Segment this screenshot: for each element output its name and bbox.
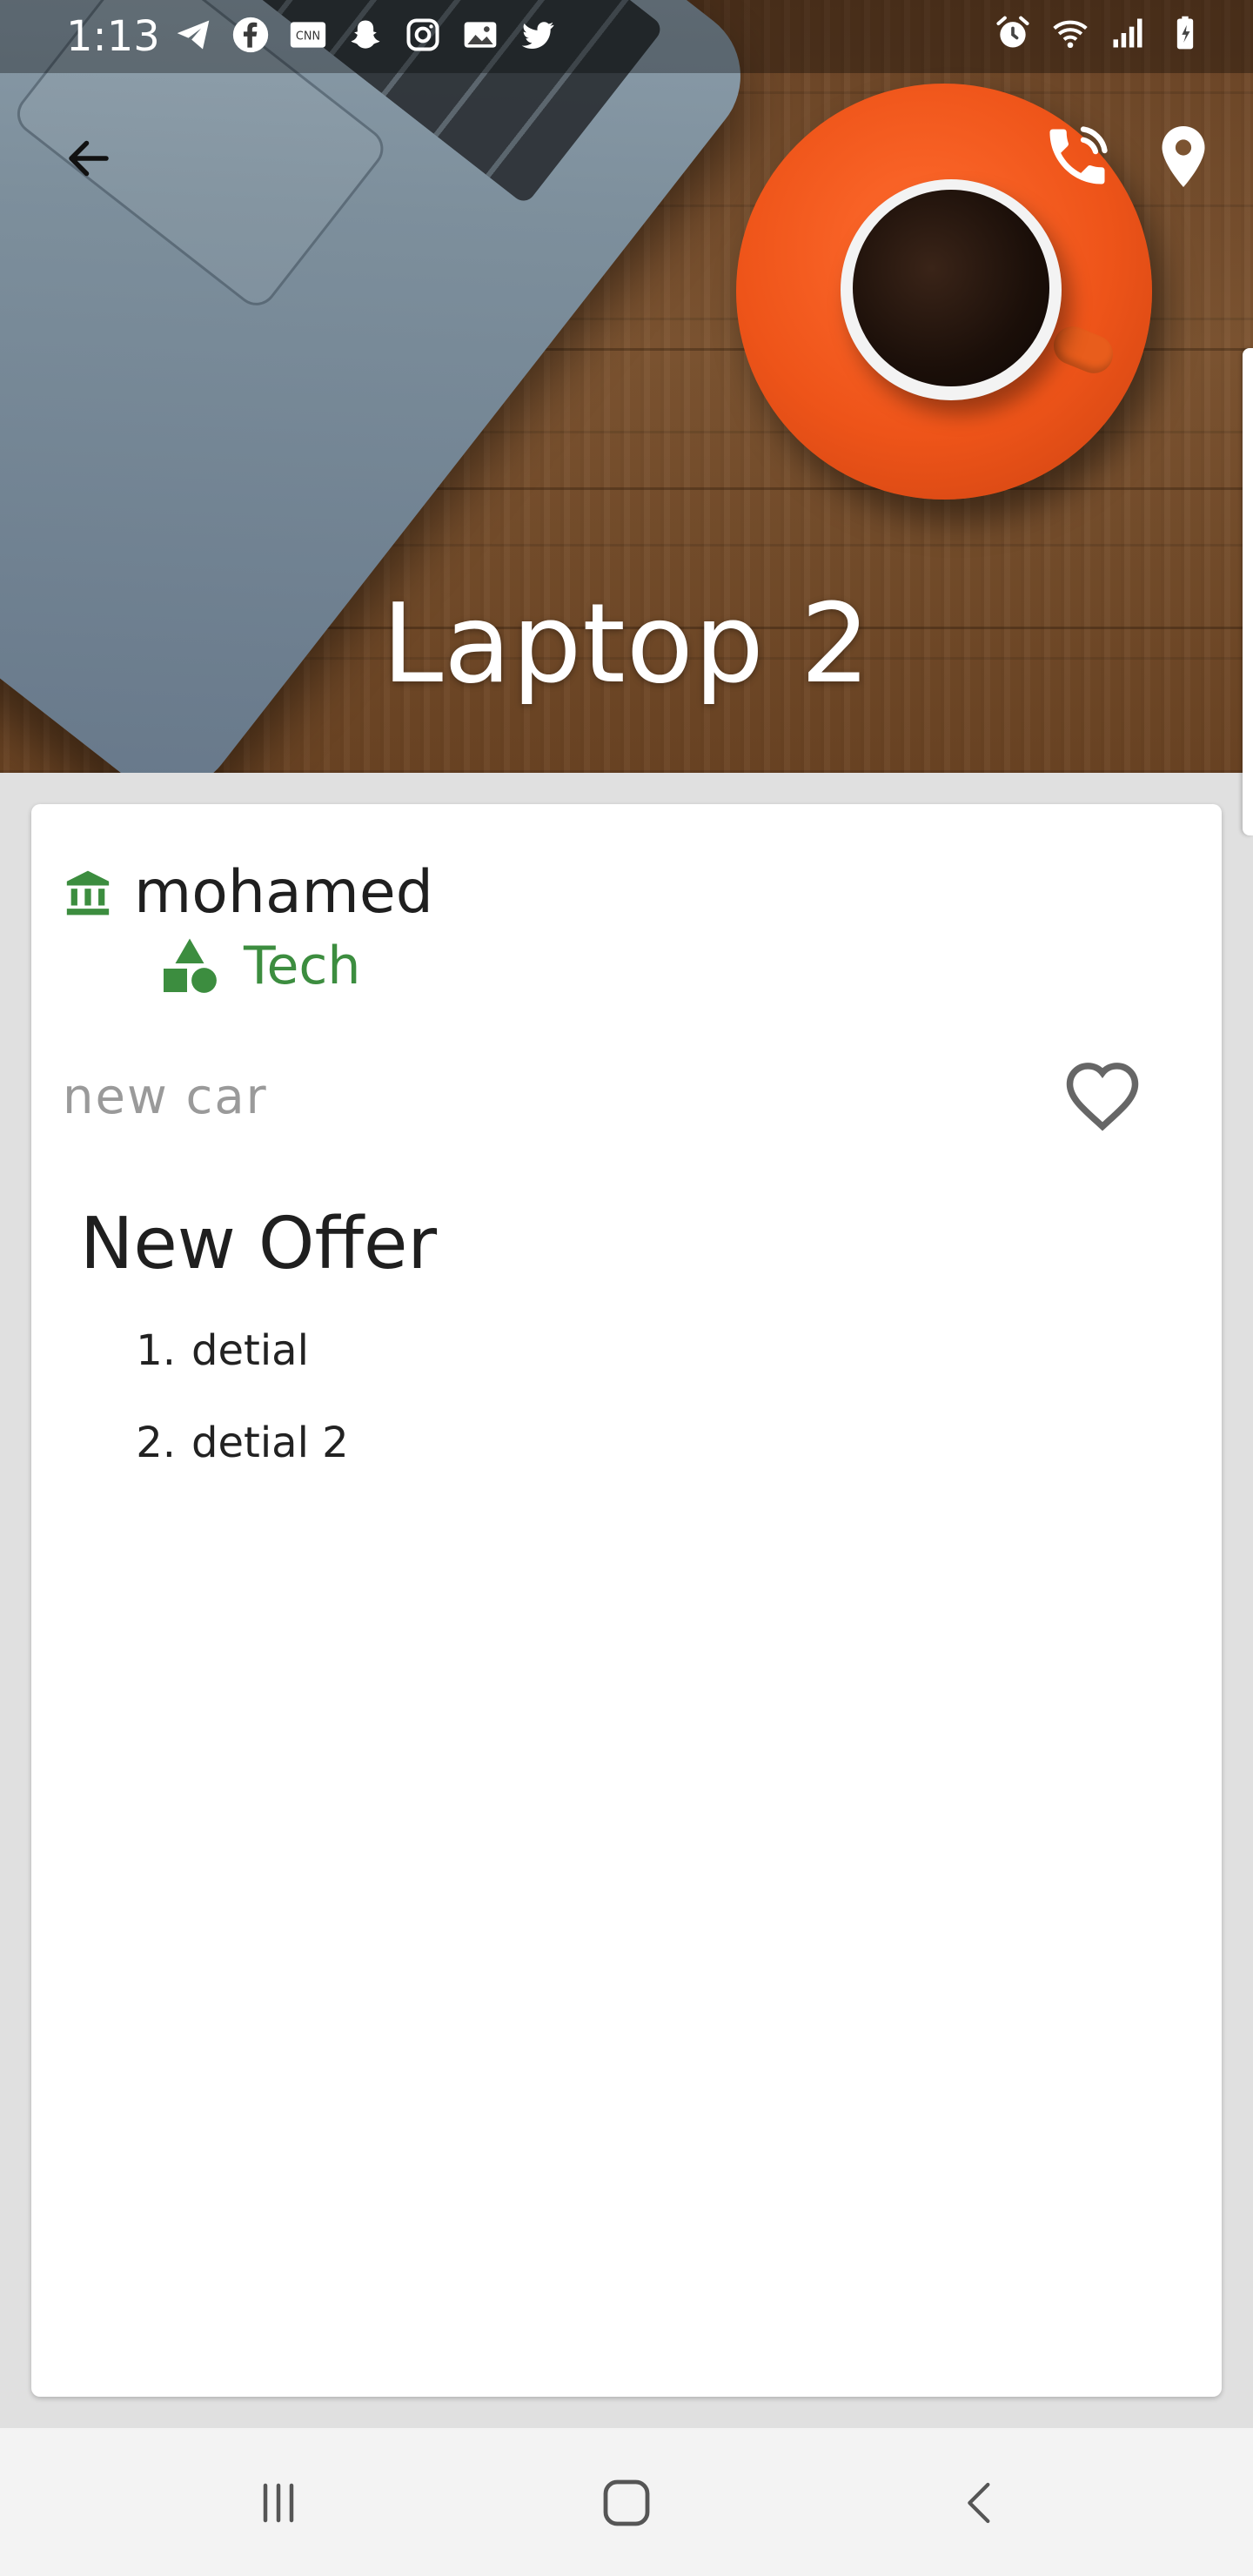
location-button[interactable] — [1147, 120, 1220, 193]
status-time: 1:13 — [66, 12, 160, 61]
offer-title: New Offer — [80, 1203, 438, 1285]
instagram-icon — [406, 18, 439, 51]
list-item-text: detial 2 — [191, 1419, 349, 1467]
telegram-icon — [177, 20, 210, 50]
back-button[interactable] — [52, 122, 125, 195]
list-item: 2. detial 2 — [118, 1419, 349, 1511]
signal-icon — [1113, 18, 1142, 48]
call-button[interactable] — [1041, 120, 1114, 193]
status-bar: 1:13 CNN — [0, 0, 1253, 73]
recent-apps-icon — [263, 2483, 294, 2523]
hero-image: 1:13 CNN Laptop 2 — [0, 0, 1253, 773]
system-nav-bar — [0, 2428, 1253, 2576]
heart-outline-icon — [1066, 1063, 1139, 1131]
offer-subtitle: new car — [63, 1069, 268, 1125]
snapchat-icon — [351, 20, 380, 49]
location-pin-icon — [1162, 126, 1205, 187]
shapes-category-icon — [164, 938, 217, 993]
phone-call-icon — [1049, 126, 1108, 184]
scroll-edge-handle[interactable] — [1243, 348, 1253, 835]
company-name: mohamed — [134, 858, 433, 927]
facebook-icon — [232, 17, 269, 53]
gallery-icon — [464, 22, 497, 48]
company-row: mohamed — [63, 858, 433, 928]
list-item-text: detial — [191, 1326, 309, 1375]
system-icons — [994, 14, 1204, 52]
nav-back-button[interactable] — [936, 2459, 1023, 2546]
coffee-graphic — [853, 190, 1049, 386]
detail-card: mohamed Tech new car New Offer 1. detial… — [31, 804, 1222, 2397]
svg-text:CNN: CNN — [296, 30, 320, 44]
twitter-icon — [521, 22, 554, 49]
home-icon — [603, 2479, 650, 2526]
bank-icon — [66, 870, 110, 916]
wifi-icon — [1053, 20, 1088, 49]
recent-apps-button[interactable] — [235, 2459, 322, 2546]
notification-icons: CNN — [174, 16, 557, 54]
arrow-back-icon — [69, 140, 109, 177]
favorite-button[interactable] — [1055, 1048, 1150, 1144]
nav-back-icon — [968, 2482, 990, 2524]
cnn-icon: CNN — [290, 22, 326, 48]
category-name: Tech — [244, 936, 361, 996]
alarm-icon — [996, 16, 1029, 48]
page-title: Laptop 2 — [381, 580, 872, 708]
list-item-number: 2. — [136, 1419, 176, 1467]
details-list: 1. detial 2. detial 2 — [118, 1326, 349, 1511]
home-button[interactable] — [583, 2459, 670, 2546]
category-row: Tech — [158, 933, 360, 999]
list-item: 1. detial — [118, 1326, 349, 1419]
list-item-number: 1. — [136, 1326, 176, 1375]
app-root: 1:13 CNN Laptop 2 mohamed Tech new car N… — [0, 0, 1253, 2576]
battery-icon — [1176, 16, 1194, 50]
